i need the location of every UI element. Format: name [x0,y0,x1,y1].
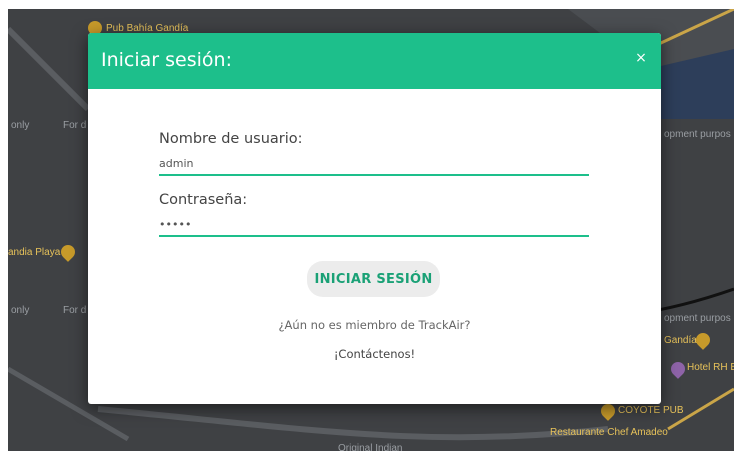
road [97,406,609,441]
map-label-playa: andia Playa [8,247,61,258]
map-label-hotel: Hotel RH Bayr [687,362,734,373]
password-field-group: Contraseña: [159,192,589,237]
map-label-dev: opment purpos [664,313,731,324]
username-label: Nombre de usuario: [159,131,303,147]
map-label-for: For d [63,120,87,131]
not-member-text: ¿Aún no es miembro de TrackAir? [278,318,471,332]
password-input[interactable] [159,214,589,237]
map-label-only: only [11,120,30,131]
contact-link[interactable]: ¡Contáctenos! [88,347,661,361]
password-label: Contraseña: [159,192,248,208]
close-button[interactable]: × [631,48,651,68]
login-modal: Iniciar sesión: × Nombre de usuario: Con… [88,33,661,404]
modal-title: Iniciar sesión: [101,49,232,71]
username-input[interactable] [159,153,589,176]
username-field-group: Nombre de usuario: [159,131,589,176]
map-label-restaurante: Restaurante Chef Amadeo [550,427,668,438]
login-button[interactable]: INICIAR SESIÓN [307,261,440,297]
map-label-gandia: Gandía [664,335,697,346]
modal-header: Iniciar sesión: × [88,33,661,89]
map-label-coyote: COYOTE PUB [618,405,684,416]
map-label-for: For d [63,305,87,316]
map-label-original: Original Indian [338,443,403,451]
road [8,26,91,112]
map-label-dev: opment purpos [664,129,731,140]
map-label-only: only [11,305,30,316]
